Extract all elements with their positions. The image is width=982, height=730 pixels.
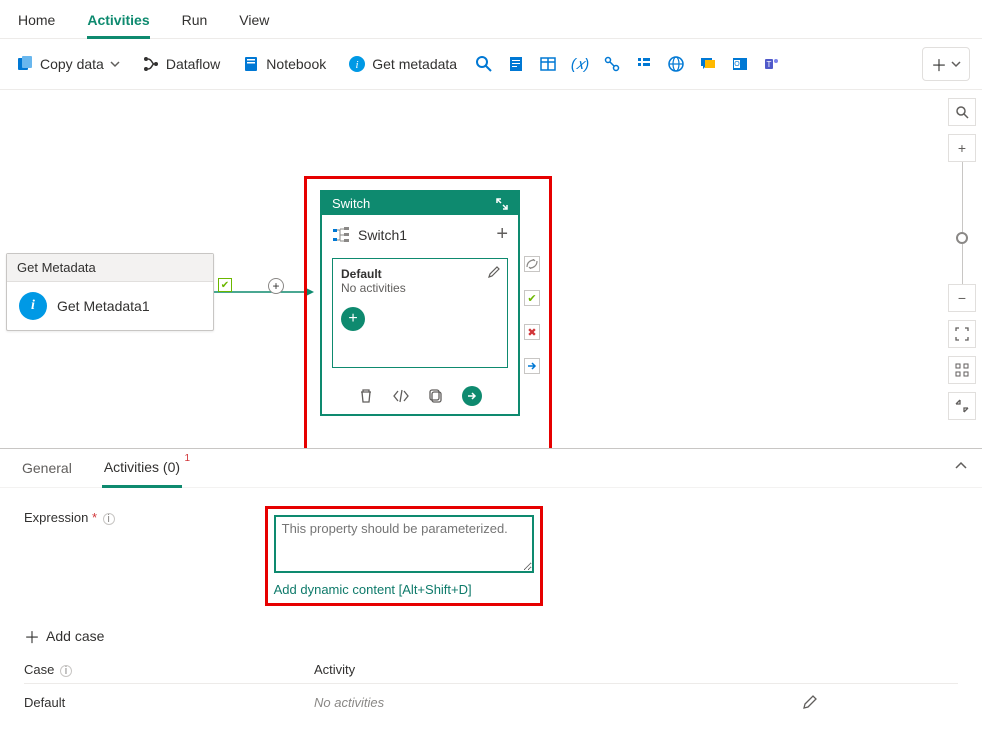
case-name: Default — [24, 695, 314, 710]
get-metadata-button[interactable]: i Get metadata — [344, 53, 461, 75]
tab-home[interactable]: Home — [18, 8, 55, 38]
switch-branch-icon — [332, 226, 350, 244]
expand-icon[interactable] — [496, 198, 508, 210]
teams-icon[interactable]: T — [763, 55, 781, 73]
globe-icon[interactable] — [667, 55, 685, 73]
expression-input[interactable] — [274, 515, 534, 573]
switch-footer — [322, 378, 518, 414]
edit-default-icon[interactable] — [487, 265, 501, 279]
chevron-down-icon — [110, 59, 120, 69]
copy-data-button[interactable]: Copy data — [12, 53, 124, 75]
canvas-tools: + − — [948, 98, 976, 420]
outlook-icon[interactable]: O — [731, 55, 749, 73]
default-sub: No activities — [341, 281, 499, 295]
plus-icon: ＋ — [931, 52, 947, 76]
node-header: Get Metadata — [7, 254, 213, 282]
tab-view[interactable]: View — [239, 8, 269, 38]
copy-data-label: Copy data — [40, 56, 104, 72]
get-metadata-label: Get metadata — [372, 56, 457, 72]
copy-icon[interactable] — [428, 386, 444, 406]
collapse-panel-icon[interactable] — [954, 459, 968, 473]
run-icon[interactable] — [462, 386, 482, 406]
chevron-down-icon — [951, 59, 961, 69]
notebook-button[interactable]: Notebook — [238, 53, 330, 75]
search-icon[interactable] — [475, 55, 493, 73]
panel-tabs: General Activities (0) 1 — [0, 449, 982, 488]
success-condition-icon[interactable]: ✔ — [218, 278, 232, 292]
info-icon: i — [348, 55, 366, 73]
info-tooltip-icon[interactable]: i — [103, 513, 115, 525]
default-label: Default — [341, 267, 499, 281]
toolbar: Copy data Dataflow Notebook i Get metada… — [0, 39, 982, 90]
add-connection-icon[interactable]: + — [268, 278, 284, 294]
canvas-surface[interactable]: Get Metadata i Get Metadata1 ✔ + Switch — [0, 90, 982, 450]
tab-general[interactable]: General — [20, 450, 74, 486]
switch-activity[interactable]: Switch Switch1 + Default No activities — [320, 190, 520, 416]
case-table-header: Case i Activity — [24, 656, 958, 684]
svg-text:O: O — [734, 61, 740, 68]
highlight-expression: Add dynamic content [Alt+Shift+D] — [265, 506, 543, 606]
list-icon[interactable] — [635, 55, 653, 73]
failure-condition-icon[interactable]: ✖ — [524, 324, 540, 340]
switch-title: Switch — [332, 196, 370, 211]
zoom-in-button[interactable]: + — [948, 134, 976, 162]
activity-name: Get Metadata1 — [57, 298, 150, 314]
pipeline-canvas: Get Metadata i Get Metadata1 ✔ + Switch — [0, 90, 982, 450]
add-case-label: Add case — [46, 628, 104, 644]
tab-run[interactable]: Run — [182, 8, 208, 38]
add-case-button[interactable]: ＋ Add case — [24, 624, 958, 648]
tab-activities[interactable]: Activities — [87, 8, 149, 39]
dataflow-icon — [142, 55, 160, 73]
code-icon[interactable] — [392, 386, 410, 406]
canvas-search-icon[interactable] — [948, 98, 976, 126]
info-icon: i — [19, 292, 47, 320]
plus-icon: ＋ — [24, 624, 40, 648]
success-condition-icon[interactable]: ✔ — [524, 290, 540, 306]
zoom-out-button[interactable]: − — [948, 284, 976, 312]
pipeline-icon[interactable] — [603, 55, 621, 73]
add-case-plus-icon[interactable]: + — [496, 223, 508, 246]
info-tooltip-icon[interactable]: i — [60, 665, 72, 677]
tab-activities-label: Activities (0) — [104, 459, 180, 475]
dataflow-label: Dataflow — [166, 56, 220, 72]
get-metadata-activity[interactable]: Get Metadata i Get Metadata1 — [6, 253, 214, 331]
fit-screen-icon[interactable] — [948, 320, 976, 348]
zoom-track[interactable] — [962, 162, 963, 232]
notebook-label: Notebook — [266, 56, 326, 72]
svg-text:i: i — [356, 59, 359, 71]
top-tabs: Home Activities Run View — [0, 0, 982, 39]
add-dynamic-content-link[interactable]: Add dynamic content [Alt+Shift+D] — [274, 582, 534, 597]
switch-name: Switch1 — [358, 227, 407, 243]
zoom-handle[interactable] — [956, 232, 968, 244]
dependency-conditions: ✔ ✖ — [524, 256, 540, 374]
skip-condition-icon[interactable] — [524, 256, 540, 272]
add-activity-to-default[interactable]: + — [341, 307, 365, 331]
completion-condition-icon[interactable] — [524, 358, 540, 374]
default-case-box[interactable]: Default No activities + — [332, 258, 508, 368]
error-indicator: 1 — [184, 453, 190, 464]
edit-case-icon[interactable] — [802, 694, 818, 710]
connector[interactable]: ✔ + — [214, 286, 314, 298]
copy-data-icon — [16, 55, 34, 73]
collapse-icon[interactable] — [948, 392, 976, 420]
case-activity: No activities — [314, 695, 384, 710]
variable-icon[interactable]: (𝑥) — [571, 55, 589, 73]
svg-text:T: T — [767, 60, 772, 69]
add-activity-dropdown[interactable]: ＋ — [922, 47, 970, 81]
autolayout-icon[interactable] — [948, 356, 976, 384]
expression-label: Expression * i — [24, 506, 115, 525]
properties-panel: General Activities (0) 1 Expression * i … — [0, 448, 982, 722]
tab-activities-settings[interactable]: Activities (0) 1 — [102, 449, 182, 488]
table-icon[interactable] — [539, 55, 557, 73]
script-icon[interactable] — [507, 55, 525, 73]
delete-icon[interactable] — [358, 386, 374, 406]
notebook-icon — [242, 55, 260, 73]
dataflow-button[interactable]: Dataflow — [138, 53, 224, 75]
zoom-track-lower[interactable] — [962, 244, 963, 284]
chat-icon[interactable] — [699, 55, 717, 73]
case-row-default[interactable]: Default No activities — [24, 684, 958, 720]
